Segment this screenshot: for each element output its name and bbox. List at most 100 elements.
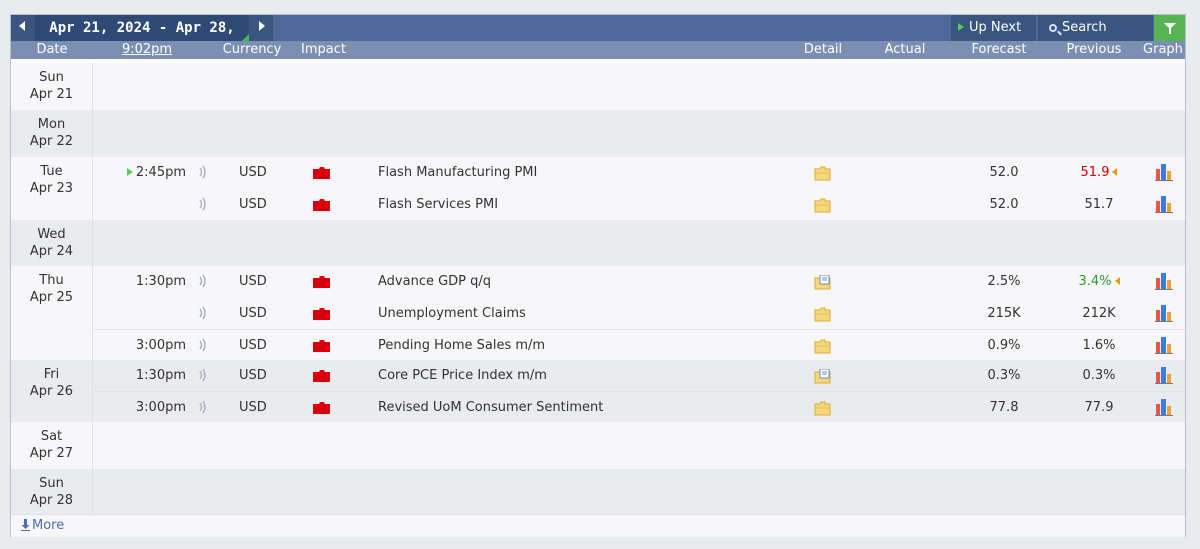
bar-chart-icon[interactable] — [1155, 304, 1173, 322]
calendar-widget: Apr 21, 2024 - Apr 28, 2024 Up Next Sear… — [10, 14, 1186, 537]
day-date: Apr 25 — [29, 290, 74, 305]
bar-chart-icon[interactable] — [1155, 163, 1173, 181]
column-graph: Graph — [1143, 42, 1183, 57]
event-title[interactable]: Core PCE Price Index m/m — [378, 367, 547, 384]
high-impact-folder-icon[interactable] — [313, 308, 330, 320]
day-of-week: Mon — [37, 117, 66, 132]
high-impact-folder-icon[interactable] — [313, 370, 330, 382]
more-label: More — [32, 518, 65, 533]
event-row[interactable]: USD Unemployment Claims 215K 212K — [94, 298, 1185, 329]
event-previous: 51.7 — [1084, 197, 1114, 212]
event-forecast: 52.0 — [989, 197, 1019, 212]
event-currency: USD — [239, 368, 267, 383]
bar-chart-icon[interactable] — [1155, 336, 1173, 354]
current-time-link[interactable]: 9:02pm — [111, 41, 183, 59]
triangle-left-icon — [19, 21, 25, 31]
sound-wave-icon[interactable] — [198, 274, 208, 288]
day-date: Apr 21 — [29, 87, 74, 102]
event-forecast: 77.8 — [989, 400, 1019, 415]
event-title[interactable]: Revised UoM Consumer Sentiment — [378, 399, 603, 416]
event-previous: 77.9 — [1084, 400, 1114, 415]
bar-chart-icon[interactable] — [1155, 398, 1173, 416]
up-next-button[interactable]: Up Next — [951, 15, 1036, 41]
triangle-right-icon — [259, 21, 265, 31]
event-row[interactable]: 2:45pm USD Flash Manufacturing PMI 52.0 … — [94, 157, 1185, 188]
day-date: Apr 23 — [29, 181, 74, 196]
day-of-week: Tue — [40, 164, 63, 179]
day-row: Fri Apr 26 1:30pm USD Core PCE Price Ind… — [11, 360, 1185, 422]
event-time: 3:00pm — [135, 338, 186, 353]
day-date-cell: Wed Apr 24 — [11, 220, 93, 266]
search-events-button[interactable]: Search Events — [1038, 15, 1153, 61]
column-previous: Previous — [1066, 42, 1122, 57]
event-previous: 212K — [1082, 306, 1116, 321]
next-week-button[interactable] — [249, 15, 273, 41]
day-row: Sun Apr 28 — [11, 469, 1185, 514]
sound-wave-icon[interactable] — [198, 368, 208, 382]
high-impact-folder-icon[interactable] — [313, 167, 330, 179]
event-title[interactable]: Flash Services PMI — [378, 196, 498, 213]
event-row[interactable]: 1:30pm USD Core PCE Price Index m/m 0.3%… — [94, 360, 1185, 391]
day-date: Apr 27 — [29, 446, 74, 461]
event-row[interactable]: 3:00pm USD Pending Home Sales m/m 0.9% 1… — [94, 329, 1185, 361]
funnel-icon — [1164, 23, 1176, 34]
day-date: Apr 26 — [29, 384, 74, 399]
calendar-toolbar: Apr 21, 2024 - Apr 28, 2024 Up Next Sear… — [11, 15, 1185, 62]
up-next-marker-icon — [126, 168, 133, 176]
day-date-cell: Sun Apr 21 — [11, 63, 93, 110]
high-impact-folder-icon[interactable] — [313, 340, 330, 352]
sound-wave-icon[interactable] — [198, 400, 208, 414]
day-of-week: Fri — [43, 367, 60, 382]
bar-chart-icon[interactable] — [1155, 272, 1173, 290]
day-date-cell: Tue Apr 23 — [11, 157, 93, 220]
day-of-week: Sun — [39, 476, 64, 491]
event-forecast: 52.0 — [989, 165, 1019, 180]
event-title[interactable]: Flash Manufacturing PMI — [378, 164, 537, 181]
day-of-week: Wed — [37, 227, 66, 242]
event-title[interactable]: Unemployment Claims — [378, 305, 526, 322]
folder-document-icon[interactable] — [814, 369, 831, 384]
folder-icon[interactable] — [814, 307, 831, 322]
download-arrow-icon — [21, 519, 30, 531]
column-header-row: Date 9:02pm Currency Impact Detail Actua… — [11, 41, 1185, 59]
event-time: 1:30pm — [135, 274, 186, 289]
column-currency: Currency — [222, 42, 282, 57]
event-time: 3:00pm — [135, 400, 186, 415]
event-forecast: 2.5% — [987, 274, 1021, 289]
bar-chart-icon[interactable] — [1155, 366, 1173, 384]
filter-button[interactable] — [1154, 15, 1185, 41]
event-previous: 51.9 — [1044, 164, 1154, 181]
folder-icon[interactable] — [814, 401, 831, 416]
day-of-week: Sun — [39, 70, 64, 85]
event-time: 2:45pm — [94, 164, 186, 181]
day-row: Thu Apr 25 1:30pm USD Advance GDP q/q 2.… — [11, 266, 1185, 360]
search-icon — [1049, 24, 1057, 32]
more-link[interactable]: More — [21, 518, 64, 534]
event-row[interactable]: 3:00pm USD Revised UoM Consumer Sentimen… — [94, 391, 1185, 423]
event-forecast: 0.3% — [987, 368, 1021, 383]
folder-icon[interactable] — [814, 339, 831, 354]
folder-icon[interactable] — [814, 166, 831, 181]
previous-week-button[interactable] — [11, 15, 35, 41]
event-currency: USD — [239, 338, 267, 353]
column-detail: Detail — [803, 42, 843, 57]
folder-document-icon[interactable] — [814, 275, 831, 290]
date-range-selector[interactable]: Apr 21, 2024 - Apr 28, 2024 — [35, 15, 249, 62]
high-impact-folder-icon[interactable] — [313, 402, 330, 414]
event-title[interactable]: Pending Home Sales m/m — [378, 337, 545, 354]
folder-icon[interactable] — [814, 198, 831, 213]
sound-wave-icon[interactable] — [198, 165, 208, 179]
day-date-cell: Thu Apr 25 — [11, 266, 93, 360]
event-row[interactable]: 1:30pm USD Advance GDP q/q 2.5% 3.4% — [94, 266, 1185, 297]
high-impact-folder-icon[interactable] — [313, 276, 330, 288]
sound-wave-icon[interactable] — [198, 306, 208, 320]
bar-chart-icon[interactable] — [1155, 195, 1173, 213]
event-title[interactable]: Advance GDP q/q — [378, 273, 491, 290]
event-row[interactable]: USD Flash Services PMI 52.0 51.7 — [94, 189, 1185, 220]
event-previous: 0.3% — [1082, 368, 1116, 383]
sound-wave-icon[interactable] — [198, 197, 208, 211]
day-row: Wed Apr 24 — [11, 220, 1185, 266]
high-impact-folder-icon[interactable] — [313, 199, 330, 211]
sound-wave-icon[interactable] — [198, 338, 208, 352]
day-date-cell: Sun Apr 28 — [11, 469, 93, 514]
